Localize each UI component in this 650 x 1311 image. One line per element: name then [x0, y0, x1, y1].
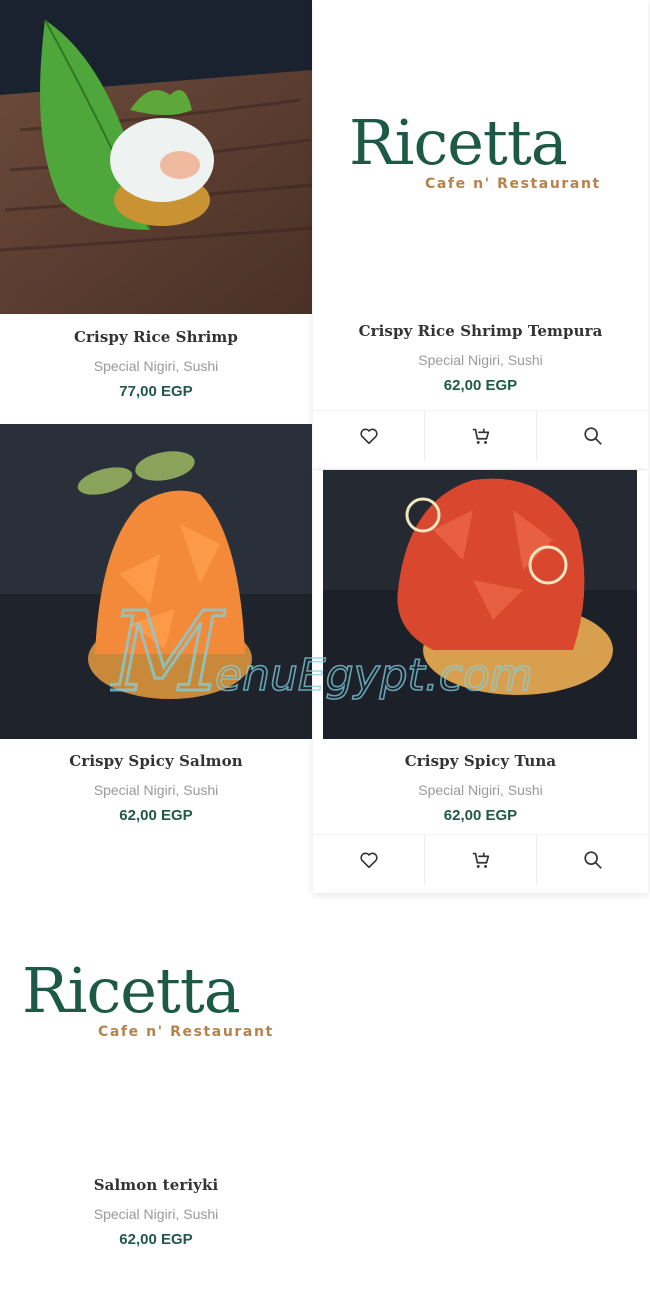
product-card-salmon-teriyki: Ricetta Cafe n' Restaurant Salmon teriyk… — [0, 894, 312, 1274]
product-price: 62,00 EGP — [443, 807, 518, 824]
tuna-photo — [323, 470, 637, 739]
product-card-crispy-spicy-tuna: Crispy Spicy Tuna Special Nigiri, Sushi … — [313, 470, 648, 893]
product-categories[interactable]: Special Nigiri, Sushi — [313, 782, 648, 798]
product-categories[interactable]: Special Nigiri, Sushi — [0, 1206, 312, 1222]
product-card-crispy-spicy-salmon: Crispy Spicy Salmon Special Nigiri, Sush… — [0, 424, 312, 844]
ricetta-logo: Ricetta Cafe n' Restaurant — [349, 106, 601, 193]
salmon-photo — [0, 424, 312, 739]
product-image[interactable] — [0, 424, 312, 739]
product-categories[interactable]: Special Nigiri, Sushi — [313, 352, 648, 368]
product-price: 62,00 EGP — [119, 807, 193, 824]
wishlist-button[interactable] — [313, 411, 424, 460]
product-title[interactable]: Crispy Rice Shrimp — [0, 328, 312, 346]
logo-wordmark: Ricetta — [349, 106, 568, 179]
heart-icon — [359, 428, 378, 444]
product-image[interactable] — [323, 470, 637, 739]
logo-wordmark: Ricetta — [22, 954, 241, 1027]
logo-tagline: Cafe n' Restaurant — [98, 1024, 274, 1040]
product-categories[interactable]: Special Nigiri, Sushi — [0, 358, 312, 374]
product-title[interactable]: Crispy Spicy Salmon — [0, 752, 312, 770]
cart-icon — [472, 852, 489, 868]
product-title[interactable]: Salmon teriyki — [0, 1176, 312, 1194]
product-categories[interactable]: Special Nigiri, Sushi — [0, 782, 312, 798]
product-price: 62,00 EGP — [119, 1231, 193, 1248]
product-price: 62,00 EGP — [443, 377, 518, 394]
search-icon — [583, 850, 602, 869]
shrimp-photo — [0, 0, 312, 314]
quick-view-button[interactable] — [536, 411, 648, 460]
product-title[interactable]: Crispy Rice Shrimp Tempura — [313, 322, 648, 340]
product-actions — [313, 410, 648, 460]
ricetta-logo: Ricetta Cafe n' Restaurant — [22, 954, 274, 1041]
product-image[interactable] — [0, 0, 312, 314]
product-card-crispy-rice-shrimp: Crispy Rice Shrimp Special Nigiri, Sushi… — [0, 0, 312, 424]
product-card-crispy-rice-shrimp-tempura: Ricetta Cafe n' Restaurant Crispy Rice S… — [313, 0, 648, 469]
product-price: 77,00 EGP — [119, 383, 193, 400]
product-image[interactable]: Ricetta Cafe n' Restaurant — [0, 894, 312, 1164]
product-title[interactable]: Crispy Spicy Tuna — [313, 752, 648, 770]
add-to-cart-button[interactable] — [424, 835, 536, 884]
cart-icon — [472, 428, 489, 444]
product-image[interactable]: Ricetta Cafe n' Restaurant — [313, 0, 648, 310]
quick-view-button[interactable] — [536, 835, 648, 884]
add-to-cart-button[interactable] — [424, 411, 536, 460]
heart-icon — [359, 852, 378, 868]
search-icon — [583, 426, 602, 445]
wishlist-button[interactable] — [313, 835, 424, 884]
product-actions — [313, 834, 648, 884]
logo-tagline: Cafe n' Restaurant — [425, 176, 601, 192]
